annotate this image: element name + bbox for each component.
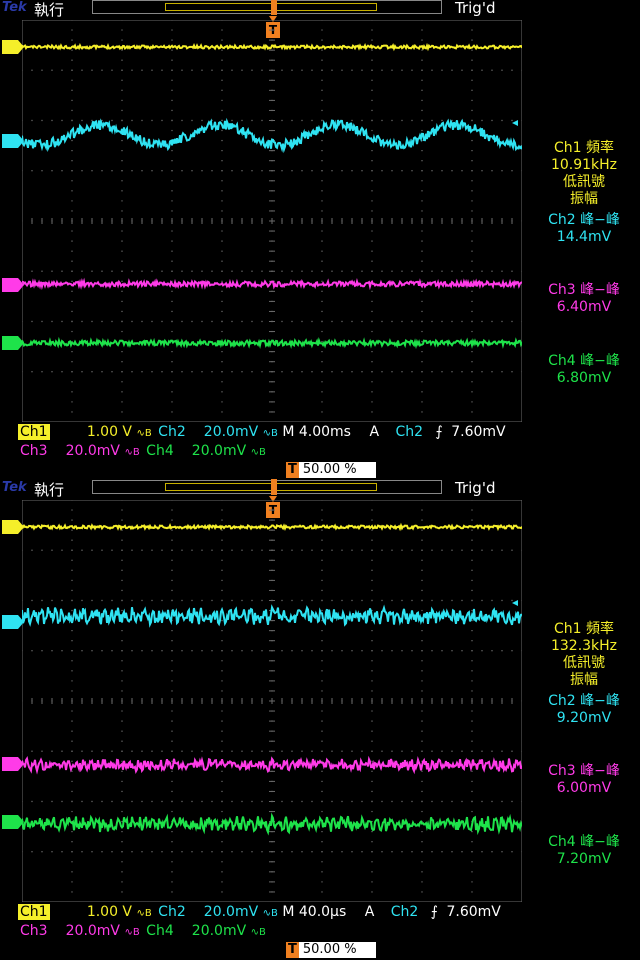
ch1-measure-title: Ch1 頻率 [553, 140, 614, 156]
measurement-panel: Ch1 頻率 132.3kHz 低訊號 振幅 Ch2 峰−峰 9.20mV Ch… [528, 621, 640, 868]
ch2-measure-title: Ch2 峰−峰 [548, 212, 620, 228]
ch2-name-badge[interactable]: Ch2 [156, 904, 188, 920]
ch2-scale: 20.0mV [203, 904, 259, 920]
ch2-trace [22, 604, 522, 628]
horizontal-position[interactable]: T 50.00 % [286, 462, 376, 478]
trigger-level: 7.60mV [451, 424, 506, 440]
ch2-measure-value: 9.20mV [556, 710, 612, 726]
ch4-scale: 20.0mV [191, 443, 247, 459]
ch4-coupling-icon: ∿B [250, 927, 266, 938]
ch2-measure-value: 14.4mV [556, 229, 612, 245]
timebase: M 4.00ms [282, 424, 351, 440]
ch1-marker[interactable]: 1 [2, 40, 24, 54]
ch4-measure-title: Ch4 峰−峰 [548, 834, 620, 850]
ch1-measure-note1: 低訊號 [563, 655, 605, 671]
ch3-measure-value: 6.00mV [556, 780, 612, 796]
ch4-trace [22, 336, 522, 350]
ch4-marker[interactable]: 4 [2, 336, 24, 350]
record-length-bar [92, 479, 442, 495]
ch1-measure-value: 10.91kHz [550, 157, 618, 173]
ch2-coupling-icon: ∿B [262, 428, 278, 439]
ch4-measure-value: 7.20mV [556, 851, 612, 867]
ch3-coupling-icon: ∿B [124, 927, 140, 938]
horizontal-position-value: 50.00 % [302, 462, 357, 477]
trigger-status: Trig'd [455, 0, 496, 17]
ch2-coupling-icon: ∿B [262, 908, 278, 919]
graticule-dots [22, 20, 522, 413]
ch3-name-badge[interactable]: Ch3 [18, 923, 50, 939]
scope-screen-top: Tek 執行 Trig'd T 1 2 3 4 Ch1 頻率 10.91kHz … [0, 0, 640, 480]
ch2-marker[interactable]: 2 [2, 615, 24, 629]
horizontal-position[interactable]: T 50.00 % [286, 942, 376, 958]
ch4-measure-title: Ch4 峰−峰 [548, 353, 620, 369]
top-status-bar: Tek 執行 Trig'd [0, 0, 640, 19]
measurement-panel: Ch1 頻率 10.91kHz 低訊號 振幅 Ch2 峰−峰 14.4mV Ch… [528, 140, 640, 387]
trigger-position-marker [271, 0, 277, 15]
graticule-dots [22, 500, 522, 893]
ch3-measure-value: 6.40mV [556, 299, 612, 315]
ch4-measure-value: 6.80mV [556, 370, 612, 386]
trigger-source: Ch2 [395, 424, 424, 440]
rising-edge-icon: ⨍ [430, 904, 439, 920]
graticule [22, 20, 522, 422]
ch3-marker[interactable]: 3 [2, 757, 24, 771]
ch1-trace [22, 522, 522, 532]
ch1-coupling-icon: ∿B [136, 428, 152, 439]
brand-logo: Tek [2, 480, 27, 495]
ch4-trace [22, 812, 522, 836]
record-length-bar [92, 0, 442, 15]
run-status: 執行 [34, 1, 65, 19]
trigger-mode: A [369, 424, 380, 440]
horizontal-position-value: 50.00 % [302, 942, 357, 957]
ch1-measure-note2: 振幅 [570, 191, 598, 207]
ch3-coupling-icon: ∿B [124, 447, 140, 458]
ch3-marker[interactable]: 3 [2, 278, 24, 292]
ch2-trace [22, 117, 522, 154]
ch3-name-badge[interactable]: Ch3 [18, 443, 50, 459]
brand-logo: Tek [2, 0, 27, 15]
trigger-level: 7.60mV [446, 904, 501, 920]
trigger-source: Ch2 [390, 904, 419, 920]
ch1-measure-note1: 低訊號 [563, 174, 605, 190]
ch4-marker[interactable]: 4 [2, 815, 24, 829]
ch1-marker[interactable]: 1 [2, 520, 24, 534]
scope-screen-bottom: Tek 執行 Trig'd T 1 2 3 4 Ch1 頻率 132.3kHz … [0, 479, 640, 960]
trigger-t-small-icon: T [286, 942, 299, 958]
trigger-level-arrow-icon [512, 120, 518, 126]
ch4-scale: 20.0mV [191, 923, 247, 939]
timebase: M 40.0µs [282, 904, 347, 920]
ch1-scale: 1.00 V [86, 424, 133, 440]
ch2-scale: 20.0mV [203, 424, 259, 440]
ch3-measure-title: Ch3 峰−峰 [548, 763, 620, 779]
ch3-scale: 20.0mV [65, 443, 121, 459]
ch1-name-badge[interactable]: Ch1 [18, 424, 50, 440]
ch1-name-badge[interactable]: Ch1 [18, 904, 50, 920]
graticule [22, 500, 522, 902]
ch1-scale: 1.00 V [86, 904, 133, 920]
ch3-trace [22, 277, 522, 291]
ch2-marker[interactable]: 2 [2, 134, 24, 148]
trigger-position-marker [271, 479, 277, 495]
ch1-measure-value: 132.3kHz [550, 638, 618, 654]
ch4-name-badge[interactable]: Ch4 [144, 443, 176, 459]
ch2-measure-title: Ch2 峰−峰 [548, 693, 620, 709]
ch1-measure-title: Ch1 頻率 [553, 621, 614, 637]
top-status-bar: Tek 執行 Trig'd [0, 479, 640, 499]
ch4-name-badge[interactable]: Ch4 [144, 923, 176, 939]
ch3-trace [22, 755, 522, 775]
run-status: 執行 [34, 481, 65, 499]
ch4-coupling-icon: ∿B [250, 447, 266, 458]
rising-edge-icon: ⨍ [435, 424, 443, 440]
ch1-measure-note2: 振幅 [570, 672, 598, 688]
ch1-trace [22, 42, 522, 52]
ch2-name-badge[interactable]: Ch2 [156, 424, 188, 440]
ch3-measure-title: Ch3 峰−峰 [548, 282, 620, 298]
trigger-status: Trig'd [455, 479, 496, 497]
trigger-t-small-icon: T [286, 462, 299, 478]
ch1-coupling-icon: ∿B [136, 908, 152, 919]
trigger-mode: A [364, 904, 375, 920]
ch3-scale: 20.0mV [65, 923, 121, 939]
trigger-level-arrow-icon [512, 600, 518, 606]
